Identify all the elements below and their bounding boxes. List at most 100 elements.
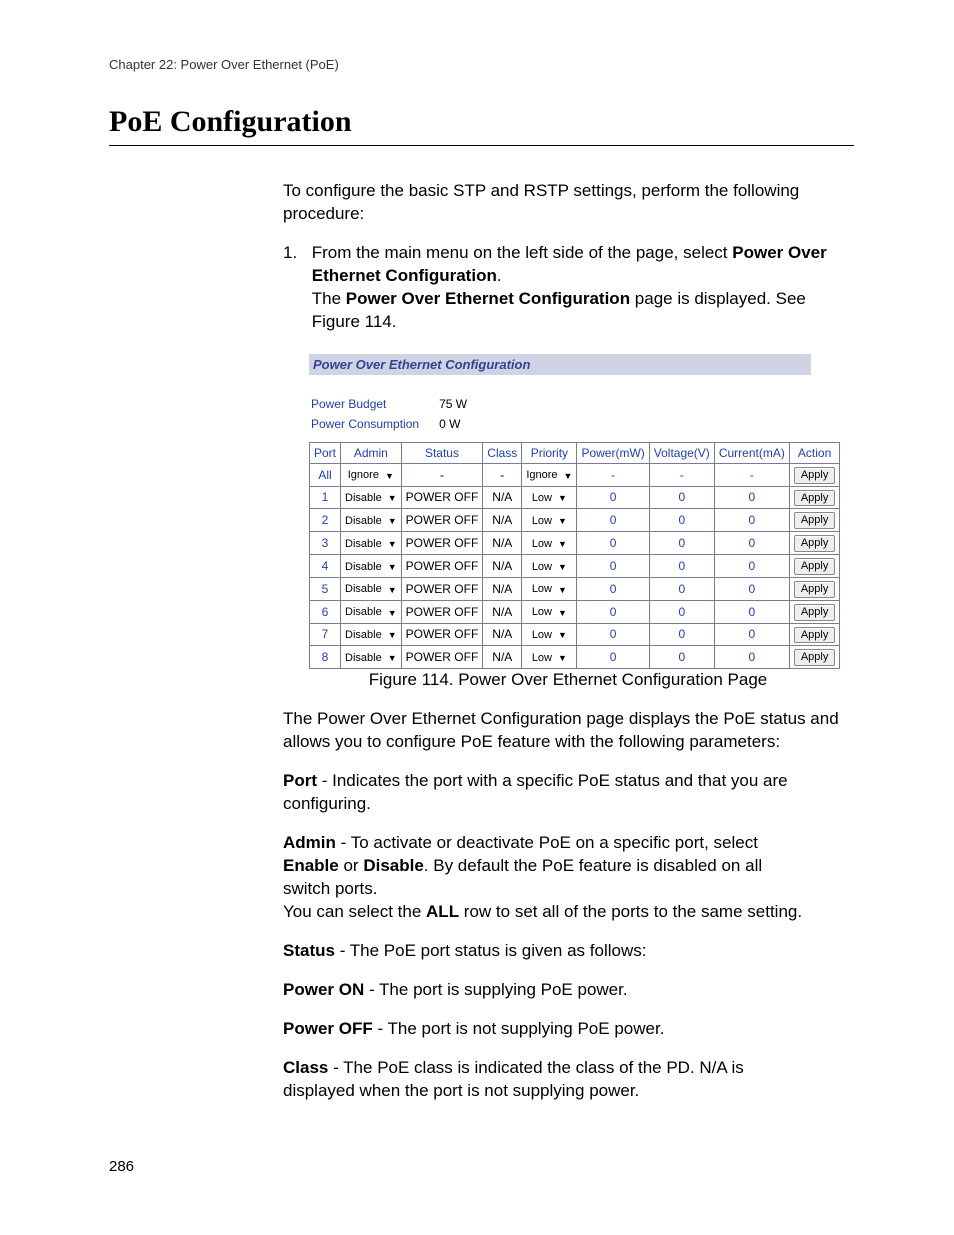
apply-button[interactable]: Apply (794, 490, 836, 507)
dropdown[interactable]: Disable ▼ (345, 560, 397, 575)
cell-power: 0 (577, 577, 649, 600)
col-admin: Admin (341, 442, 402, 463)
cell-class: - (483, 463, 522, 486)
cell-admin: Disable ▼ (341, 646, 402, 669)
col-priority: Priority (522, 442, 577, 463)
dropdown[interactable]: Ignore ▼ (348, 468, 394, 483)
dropdown[interactable]: Disable ▼ (345, 605, 397, 620)
chevron-down-icon: ▼ (558, 652, 567, 664)
dropdown[interactable]: Low ▼ (532, 537, 567, 552)
power-budget-label: Power Budget (311, 395, 437, 413)
cell-action: Apply (789, 486, 840, 509)
table-row: 2Disable ▼POWER OFFN/ALow ▼000Apply (310, 509, 840, 532)
cell-priority: Low ▼ (522, 509, 577, 532)
cell-current: 0 (714, 577, 789, 600)
step-1: 1. From the main menu on the left side o… (283, 242, 853, 334)
chevron-down-icon: ▼ (558, 492, 567, 504)
dropdown[interactable]: Disable ▼ (345, 628, 397, 643)
chevron-down-icon: ▼ (388, 629, 397, 641)
apply-button[interactable]: Apply (794, 512, 836, 529)
cell-status: POWER OFF (401, 486, 483, 509)
dropdown[interactable]: Disable ▼ (345, 651, 397, 666)
cell-current: 0 (714, 646, 789, 669)
cell-port: 4 (310, 555, 341, 578)
def-text: - The PoE port status is given as follow… (335, 941, 647, 960)
cell-action: Apply (789, 646, 840, 669)
page-number: 286 (109, 1158, 134, 1175)
apply-button[interactable]: Apply (794, 649, 836, 666)
cell-voltage: 0 (649, 646, 714, 669)
poe-config-figure: Power Over Ethernet Configuration Power … (309, 354, 811, 670)
step-text: The (312, 289, 346, 308)
def-power-on: Power ON - The port is supplying PoE pow… (283, 979, 789, 1002)
intro-text: To configure the basic STP and RSTP sett… (283, 180, 853, 226)
cell-priority: Low ▼ (522, 600, 577, 623)
chevron-down-icon: ▼ (388, 652, 397, 664)
power-consumption-value: 0 W (439, 415, 485, 433)
apply-button[interactable]: Apply (794, 581, 836, 598)
chevron-down-icon: ▼ (558, 607, 567, 619)
cell-voltage: 0 (649, 600, 714, 623)
chapter-header: Chapter 22: Power Over Ethernet (PoE) (109, 57, 339, 72)
table-row: 8Disable ▼POWER OFFN/ALow ▼000Apply (310, 646, 840, 669)
dropdown[interactable]: Disable ▼ (345, 514, 397, 529)
cell-voltage: 0 (649, 509, 714, 532)
cell-port: All (310, 463, 341, 486)
after-figure-text: The Power Over Ethernet Configuration pa… (283, 708, 853, 754)
dropdown[interactable]: Disable ▼ (345, 537, 397, 552)
cell-class: N/A (483, 623, 522, 646)
cell-power: 0 (577, 600, 649, 623)
cell-priority: Low ▼ (522, 486, 577, 509)
apply-button[interactable]: Apply (794, 604, 836, 621)
cell-current: 0 (714, 623, 789, 646)
col-status: Status (401, 442, 483, 463)
chevron-down-icon: ▼ (388, 561, 397, 573)
apply-button[interactable]: Apply (794, 467, 836, 484)
dropdown[interactable]: Low ▼ (532, 560, 567, 575)
chevron-down-icon: ▼ (558, 538, 567, 550)
table-row: AllIgnore ▼--Ignore ▼---Apply (310, 463, 840, 486)
cell-power: 0 (577, 555, 649, 578)
cell-power: 0 (577, 509, 649, 532)
cell-port: 3 (310, 532, 341, 555)
def-text: row to set all of the ports to the same … (459, 902, 802, 921)
step-number: 1. (283, 242, 307, 265)
apply-button[interactable]: Apply (794, 535, 836, 552)
dropdown[interactable]: Ignore ▼ (526, 468, 572, 483)
cell-action: Apply (789, 600, 840, 623)
cell-power: - (577, 463, 649, 486)
dropdown[interactable]: Low ▼ (532, 605, 567, 620)
cell-class: N/A (483, 532, 522, 555)
def-text: - Indicates the port with a specific PoE… (283, 771, 788, 813)
dropdown[interactable]: Disable ▼ (345, 491, 397, 506)
cell-port: 1 (310, 486, 341, 509)
cell-class: N/A (483, 486, 522, 509)
cell-voltage: 0 (649, 623, 714, 646)
table-row: 1Disable ▼POWER OFFN/ALow ▼000Apply (310, 486, 840, 509)
step-bold: Power Over Ethernet Configuration (346, 289, 630, 308)
cell-action: Apply (789, 509, 840, 532)
dropdown[interactable]: Low ▼ (532, 651, 567, 666)
def-term: Class (283, 1058, 328, 1077)
chevron-down-icon: ▼ (385, 470, 394, 482)
cell-class: N/A (483, 509, 522, 532)
dropdown[interactable]: Disable ▼ (345, 582, 397, 597)
cell-admin: Disable ▼ (341, 555, 402, 578)
apply-button[interactable]: Apply (794, 627, 836, 644)
dropdown[interactable]: Low ▼ (532, 514, 567, 529)
dropdown[interactable]: Low ▼ (532, 628, 567, 643)
col-current: Current(mA) (714, 442, 789, 463)
cell-admin: Ignore ▼ (341, 463, 402, 486)
cell-voltage: 0 (649, 555, 714, 578)
chevron-down-icon: ▼ (558, 629, 567, 641)
apply-button[interactable]: Apply (794, 558, 836, 575)
dropdown[interactable]: Low ▼ (532, 582, 567, 597)
cell-current: 0 (714, 555, 789, 578)
cell-class: N/A (483, 555, 522, 578)
table-row: 5Disable ▼POWER OFFN/ALow ▼000Apply (310, 577, 840, 600)
cell-admin: Disable ▼ (341, 509, 402, 532)
dropdown[interactable]: Low ▼ (532, 491, 567, 506)
cell-priority: Low ▼ (522, 577, 577, 600)
step-text: From the main menu on the left side of t… (312, 243, 733, 262)
cell-port: 8 (310, 646, 341, 669)
